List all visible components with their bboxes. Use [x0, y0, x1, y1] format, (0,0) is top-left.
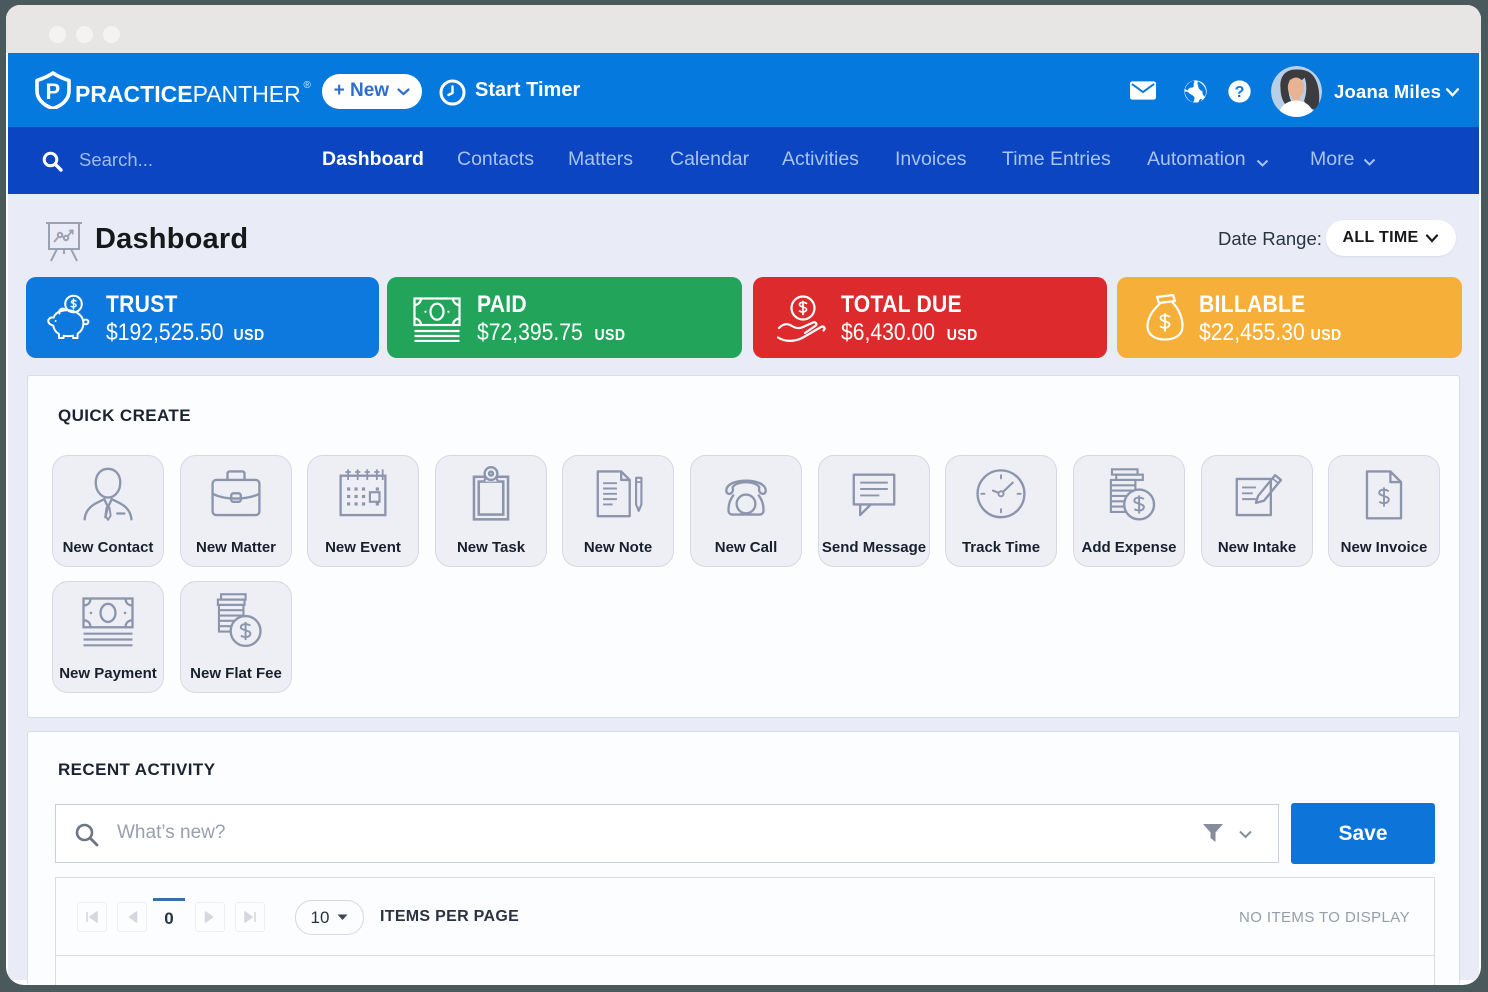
svg-text:?: ? — [1235, 83, 1245, 101]
svg-text:P: P — [46, 79, 61, 104]
